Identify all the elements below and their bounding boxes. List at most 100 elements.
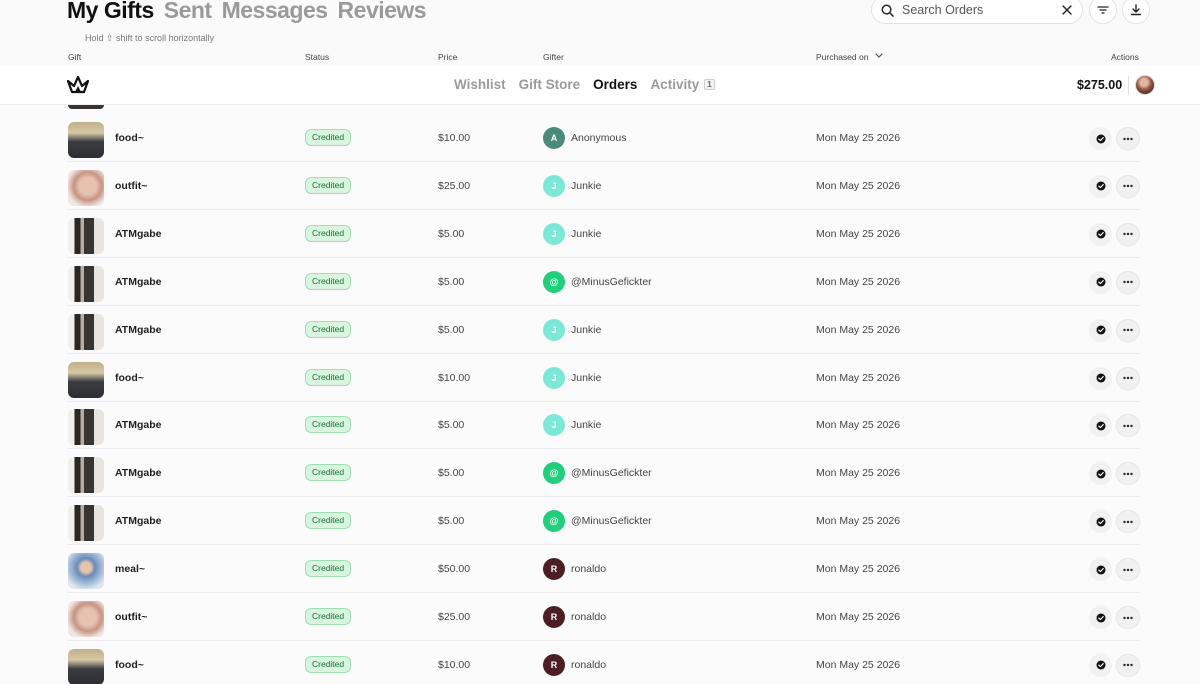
price: $5.00 <box>438 275 465 288</box>
gifter-name[interactable]: ronaldo <box>571 563 606 575</box>
gift-thumbnail[interactable] <box>68 361 104 398</box>
download-button[interactable] <box>1122 0 1150 24</box>
tab-reviews[interactable]: Reviews <box>338 0 427 24</box>
purchased-date: Mon May 25 2026 <box>816 275 901 288</box>
more-actions-button[interactable] <box>1116 318 1140 342</box>
crown-logo-icon[interactable] <box>67 75 89 95</box>
check-badge-icon <box>1096 613 1105 622</box>
tab-wishlist[interactable]: Wishlist <box>454 77 506 92</box>
table-row[interactable]: ATMgabe Credited $5.00 J Junkie Mon May … <box>0 211 1200 258</box>
gifter-avatar: R <box>543 606 565 628</box>
tab-messages[interactable]: Messages <box>222 0 328 24</box>
more-actions-button[interactable] <box>1116 606 1140 629</box>
gift-thumbnail[interactable] <box>68 217 104 254</box>
more-actions-button[interactable] <box>1116 222 1140 246</box>
tab-my-gifts[interactable]: My Gifts <box>67 0 154 24</box>
more-actions-button[interactable] <box>1116 270 1140 294</box>
table-row[interactable]: ATMgabe Credited $5.00 @ @MinusGefickter… <box>0 498 1200 546</box>
mark-done-button[interactable] <box>1089 510 1112 534</box>
gifter-name[interactable]: Junkie <box>571 419 601 431</box>
search-input[interactable] <box>902 3 1062 17</box>
table-row[interactable]: meal~ Credited $50.00 R ronaldo Mon May … <box>0 546 1200 594</box>
more-actions-button[interactable] <box>1116 558 1140 582</box>
gift-thumbnail[interactable] <box>68 648 104 684</box>
gift-thumbnail[interactable] <box>68 409 104 446</box>
tab-activity[interactable]: Activity 1 <box>650 77 715 92</box>
gifter-name[interactable]: Junkie <box>571 228 601 240</box>
gift-name: ATMgabe <box>115 275 162 288</box>
more-actions-button[interactable] <box>1116 510 1140 534</box>
mark-done-button[interactable] <box>1089 222 1112 246</box>
gifter-avatar: @ <box>543 270 565 293</box>
table-row[interactable]: outfit~ Credited $25.00 R ronaldo Mon Ma… <box>0 594 1200 641</box>
more-actions-button[interactable] <box>1116 462 1140 486</box>
col-purchased-label: Purchased on <box>816 52 869 62</box>
table-row[interactable]: ATMgabe Credited $5.00 @ @MinusGefickter… <box>0 259 1200 306</box>
gifter-avatar: A <box>543 127 565 149</box>
gift-thumbnail[interactable] <box>68 505 104 542</box>
mark-done-button[interactable] <box>1089 366 1112 390</box>
col-purchased-on[interactable]: Purchased on <box>816 52 884 62</box>
tab-sent[interactable]: Sent <box>164 0 212 24</box>
tab-activity-label: Activity <box>650 77 700 92</box>
gift-thumbnail[interactable] <box>68 553 104 590</box>
mark-done-button[interactable] <box>1089 174 1112 198</box>
check-badge-icon <box>1096 469 1105 479</box>
table-row[interactable]: ATMgabe Credited $5.00 J Junkie Mon May … <box>0 307 1200 354</box>
filter-button[interactable] <box>1089 0 1117 24</box>
mark-done-button[interactable] <box>1089 606 1112 629</box>
gifter-name[interactable]: Junkie <box>571 180 601 192</box>
more-actions-button[interactable] <box>1116 653 1140 677</box>
more-icon <box>1123 233 1133 236</box>
gifter-name[interactable]: Anonymous <box>571 132 626 144</box>
gift-thumbnail[interactable] <box>68 601 104 637</box>
tab-gift-store-label: Gift Store <box>518 77 581 92</box>
gift-thumbnail[interactable] <box>68 265 104 302</box>
tab-orders[interactable]: Orders <box>593 77 637 92</box>
more-icon <box>1123 280 1133 284</box>
mark-done-button[interactable] <box>1089 414 1112 438</box>
gifter-name[interactable]: Junkie <box>571 372 601 384</box>
check-badge-icon <box>1096 660 1105 670</box>
gifter-avatar: J <box>543 318 565 341</box>
table-row[interactable]: ATMgabe Credited $5.00 @ @MinusGefickter… <box>0 450 1200 498</box>
gifter-name[interactable]: ronaldo <box>571 659 606 671</box>
purchased-date: Mon May 25 2026 <box>816 611 901 623</box>
more-actions-button[interactable] <box>1116 127 1140 150</box>
gift-thumbnail[interactable] <box>68 457 104 494</box>
mark-done-button[interactable] <box>1089 462 1112 486</box>
gifter-name[interactable]: Junkie <box>571 324 601 336</box>
status-badge: Credited <box>305 272 352 290</box>
tab-gift-store[interactable]: Gift Store <box>519 77 581 92</box>
gifter-name[interactable]: @MinusGefickter <box>571 276 652 288</box>
mark-done-button[interactable] <box>1089 558 1112 582</box>
activity-count-badge: 1 <box>704 79 715 90</box>
check-badge-icon <box>1096 373 1105 383</box>
avatar[interactable] <box>1135 75 1155 95</box>
gifter-name[interactable]: ronaldo <box>571 611 606 623</box>
gifter-name[interactable]: @MinusGefickter <box>571 467 652 479</box>
close-icon[interactable] <box>1062 5 1072 15</box>
gift-thumbnail[interactable] <box>68 122 104 158</box>
mark-done-button[interactable] <box>1089 318 1112 342</box>
gift-name: ATMgabe <box>115 419 162 432</box>
gift-thumbnail[interactable] <box>68 169 104 206</box>
more-actions-button[interactable] <box>1116 366 1140 390</box>
price: $5.00 <box>438 515 465 528</box>
gift-thumbnail[interactable] <box>68 313 104 350</box>
mark-done-button[interactable] <box>1089 127 1112 150</box>
purchased-date: Mon May 25 2026 <box>816 227 901 240</box>
table-row[interactable]: food~ Credited $10.00 J Junkie Mon May 2… <box>0 355 1200 402</box>
mark-done-button[interactable] <box>1089 270 1112 294</box>
table-row[interactable]: food~ Credited $10.00 A Anonymous Mon Ma… <box>0 115 1200 162</box>
more-actions-button[interactable] <box>1116 174 1140 198</box>
more-icon <box>1123 185 1133 188</box>
table-row[interactable]: food~ Credited $10.00 R ronaldo Mon May … <box>0 642 1200 684</box>
purchased-date: Mon May 25 2026 <box>816 467 901 480</box>
more-actions-button[interactable] <box>1116 414 1140 438</box>
gifter-name[interactable]: @MinusGefickter <box>571 515 652 527</box>
table-row[interactable]: outfit~ Credited $25.00 J Junkie Mon May… <box>0 163 1200 210</box>
partial-row-thumb <box>68 105 104 109</box>
table-row[interactable]: ATMgabe Credited $5.00 J Junkie Mon May … <box>0 402 1200 450</box>
mark-done-button[interactable] <box>1089 653 1112 677</box>
